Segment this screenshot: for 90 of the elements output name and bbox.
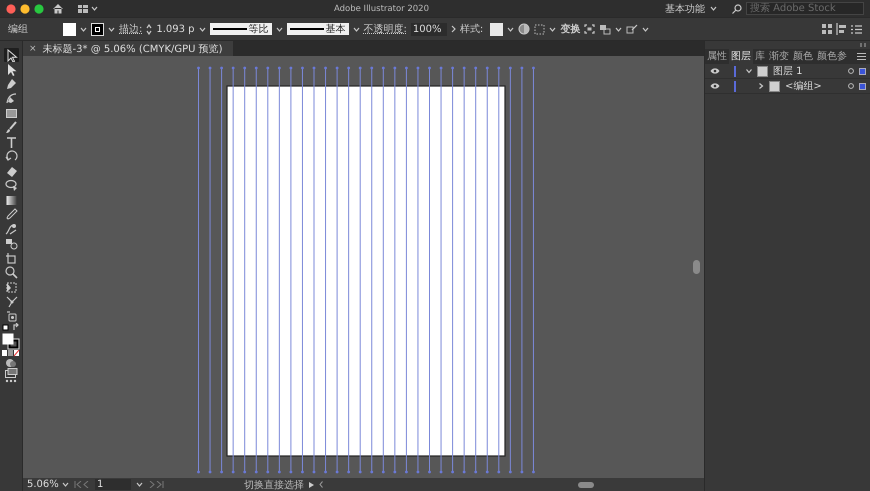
stroke-swatch-icon[interactable] <box>91 22 104 36</box>
caret-icon[interactable] <box>642 26 650 32</box>
panel-tab[interactable]: 图层 <box>729 49 753 64</box>
last-artboard-icon[interactable] <box>148 481 164 488</box>
caret-icon[interactable] <box>276 26 283 32</box>
brush-icon[interactable] <box>4 120 18 134</box>
fill-swatch[interactable] <box>63 22 76 36</box>
play-icon[interactable] <box>309 482 314 488</box>
caret-icon[interactable] <box>549 26 556 32</box>
panel-tab[interactable]: 库 <box>753 49 767 64</box>
variable-width-profile-dropdown[interactable]: 等比 <box>210 23 272 35</box>
curved-pen-icon[interactable] <box>4 91 18 105</box>
blend-icon[interactable] <box>4 222 18 236</box>
caret-icon[interactable] <box>710 6 717 11</box>
graphic-style-swatch[interactable] <box>490 22 504 36</box>
panel-tab[interactable]: 颜色参 <box>815 49 849 64</box>
screen-mode-icon[interactable] <box>4 368 18 378</box>
style-label: 样式: <box>460 22 484 36</box>
layer-name[interactable]: <编组> <box>785 79 822 93</box>
lasso-icon[interactable] <box>4 178 18 192</box>
caret-icon[interactable] <box>352 26 360 32</box>
document-tab[interactable]: × 未标题-3* @ 5.06% (CMYK/GPU 预览) <box>23 41 233 56</box>
panel-tab[interactable]: 颜色 <box>791 49 815 64</box>
search-icon[interactable] <box>731 4 743 14</box>
layout-button[interactable] <box>78 4 98 12</box>
caret-icon[interactable] <box>507 26 514 32</box>
panel-tab[interactable]: 渐变 <box>767 49 791 64</box>
recolor-icon[interactable] <box>518 23 530 35</box>
search-field[interactable]: 搜索 Adobe Stock <box>746 2 864 15</box>
color-mode-icon[interactable] <box>2 350 20 357</box>
selection-square-icon[interactable] <box>859 82 866 90</box>
workspace-dropdown[interactable]: 基本功能 <box>665 2 717 16</box>
home-icon[interactable] <box>52 3 64 14</box>
selection-square-icon[interactable] <box>859 68 866 74</box>
edit-contents-icon[interactable] <box>626 24 638 34</box>
stepper-icon[interactable] <box>146 24 152 34</box>
isolate-icon[interactable] <box>584 24 596 34</box>
brush-dropdown[interactable]: 基本 <box>286 23 349 35</box>
visibility-eye-icon[interactable] <box>710 83 720 89</box>
rotate-icon[interactable] <box>4 149 18 163</box>
caret-icon[interactable] <box>136 482 143 487</box>
chevron-left-icon[interactable] <box>319 481 323 488</box>
align-grid-icon[interactable] <box>534 24 546 34</box>
window-title: Adobe Illustrator 2020 <box>332 4 430 14</box>
layer-thumbnail <box>757 66 768 76</box>
scrollbar-thumb[interactable] <box>578 482 594 488</box>
scrollbar-thumb[interactable] <box>693 260 700 274</box>
layer-thumbnail <box>769 80 780 92</box>
expanded-caret-icon[interactable] <box>746 68 752 74</box>
draw-mode-icon[interactable] <box>5 358 17 368</box>
caret-icon[interactable] <box>615 26 622 32</box>
artboard-icon[interactable] <box>4 250 18 264</box>
stroke-weight-field[interactable]: 1.093 p <box>156 24 195 34</box>
menu-icon[interactable] <box>857 53 866 60</box>
transform-button[interactable]: 变换 <box>560 22 580 36</box>
grid-layout-icon[interactable] <box>822 24 832 34</box>
caret-icon[interactable] <box>91 6 98 11</box>
caret-icon[interactable] <box>80 26 87 32</box>
selection-label: 编组 <box>8 22 29 36</box>
target-circle-icon[interactable] <box>848 83 854 89</box>
target-circle-icon[interactable] <box>848 68 854 74</box>
caret-icon[interactable] <box>108 26 115 32</box>
zoom-icon[interactable] <box>4 265 18 279</box>
panel-tab[interactable]: 属性 <box>705 49 729 64</box>
opacity-label[interactable]: 不透明度: <box>364 22 407 36</box>
arrange-icon[interactable] <box>599 24 612 34</box>
close-tab-button[interactable]: × <box>29 44 37 54</box>
list-menu-icon[interactable] <box>851 24 862 34</box>
eyedropper-icon[interactable] <box>4 207 18 221</box>
free-transform-icon[interactable] <box>4 280 18 294</box>
fill-stroke-icon[interactable] <box>2 332 20 350</box>
stroke-label[interactable]: 描边: <box>119 22 142 36</box>
align-icon[interactable] <box>836 23 847 35</box>
collapsed-caret-icon[interactable] <box>758 83 764 89</box>
more-tools-icon[interactable] <box>5 378 17 382</box>
opacity-field[interactable]: 100% <box>410 22 447 36</box>
grid-icon <box>78 4 88 12</box>
puppet-warp-icon[interactable] <box>4 294 18 308</box>
chevron-right-icon[interactable] <box>450 25 456 33</box>
artboard-number-field[interactable]: 1 <box>95 479 131 490</box>
first-artboard-icon[interactable] <box>74 481 90 488</box>
caret-icon[interactable] <box>62 482 69 487</box>
caret-icon[interactable] <box>198 26 206 32</box>
visibility-eye-icon[interactable] <box>710 68 720 74</box>
status-message: 切换直接选择 <box>244 478 304 491</box>
document-title: 未标题-3* @ 5.06% (CMYK/GPU 预览) <box>42 42 223 56</box>
layer-name[interactable]: 图层 1 <box>773 64 803 78</box>
zoom-field[interactable]: 5.06% <box>27 479 57 490</box>
swap-colors-icon[interactable] <box>2 323 20 332</box>
shape-builder-icon[interactable] <box>4 236 18 250</box>
